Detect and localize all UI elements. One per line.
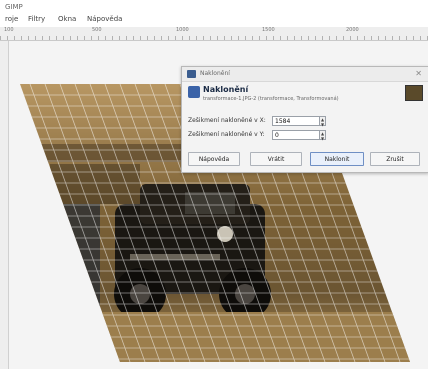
cancel-button[interactable]: Zrušit xyxy=(370,152,420,166)
ruler-label: 100 xyxy=(4,27,14,33)
dialog-titlebar[interactable]: Naklonění ✕ xyxy=(182,67,428,82)
window-titlebar: GIMP xyxy=(0,0,428,14)
shear-y-field[interactable]: 0 xyxy=(272,130,322,140)
window-title: GIMP xyxy=(5,3,23,11)
ruler-ticks xyxy=(0,36,428,40)
shear-y-label: Zešikmení nakloněné v Y: xyxy=(188,131,265,138)
horizontal-ruler[interactable]: 100 500 1000 1500 2000 xyxy=(0,27,428,41)
ruler-label: 2000 xyxy=(346,27,359,33)
reset-button[interactable]: Vrátit xyxy=(250,152,302,166)
menu-item-napoveda[interactable]: Nápověda xyxy=(87,15,122,23)
close-icon[interactable]: ✕ xyxy=(415,69,422,78)
dialog-title: Naklonění xyxy=(200,70,230,77)
shear-button[interactable]: Naklonit xyxy=(310,152,364,166)
shear-tool-icon xyxy=(188,86,200,98)
shear-x-stepper[interactable]: ▲ ▼ xyxy=(319,116,326,127)
dialog-heading: Naklonění xyxy=(203,85,249,94)
dialog-subtitle: transformace-1.JPG-2 (transformace, Tran… xyxy=(203,96,339,102)
ruler-label: 1500 xyxy=(262,27,275,33)
image-thumbnail xyxy=(405,85,423,101)
shear-y-stepper[interactable]: ▲ ▼ xyxy=(319,130,326,141)
menu-item-roje[interactable]: roje xyxy=(5,15,18,23)
menubar: roje Filtry Okna Nápověda xyxy=(0,14,428,26)
shear-x-label: Zešikmení nakloněné v X: xyxy=(188,117,266,124)
shear-x-field[interactable]: 1584 xyxy=(272,116,322,126)
ruler-label: 500 xyxy=(92,27,102,33)
shear-icon xyxy=(187,70,196,78)
help-button[interactable]: Nápověda xyxy=(188,152,240,166)
menu-item-filtry[interactable]: Filtry xyxy=(28,15,45,23)
vertical-ruler[interactable] xyxy=(0,41,9,369)
shear-dialog: Naklonění ✕ Naklonění transformace-1.JPG… xyxy=(181,66,428,173)
menu-item-okna[interactable]: Okna xyxy=(58,15,76,23)
ruler-label: 1000 xyxy=(176,27,189,33)
